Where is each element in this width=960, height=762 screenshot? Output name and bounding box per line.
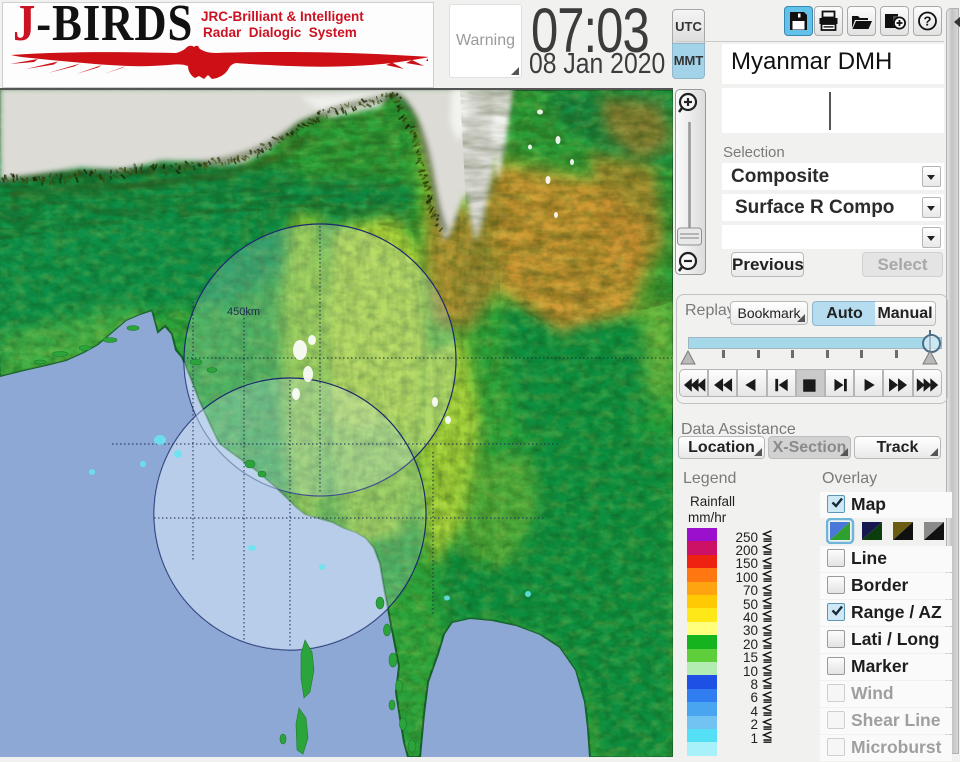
svg-text:?: ?: [924, 14, 932, 29]
svg-text:450km: 450km: [227, 306, 260, 318]
